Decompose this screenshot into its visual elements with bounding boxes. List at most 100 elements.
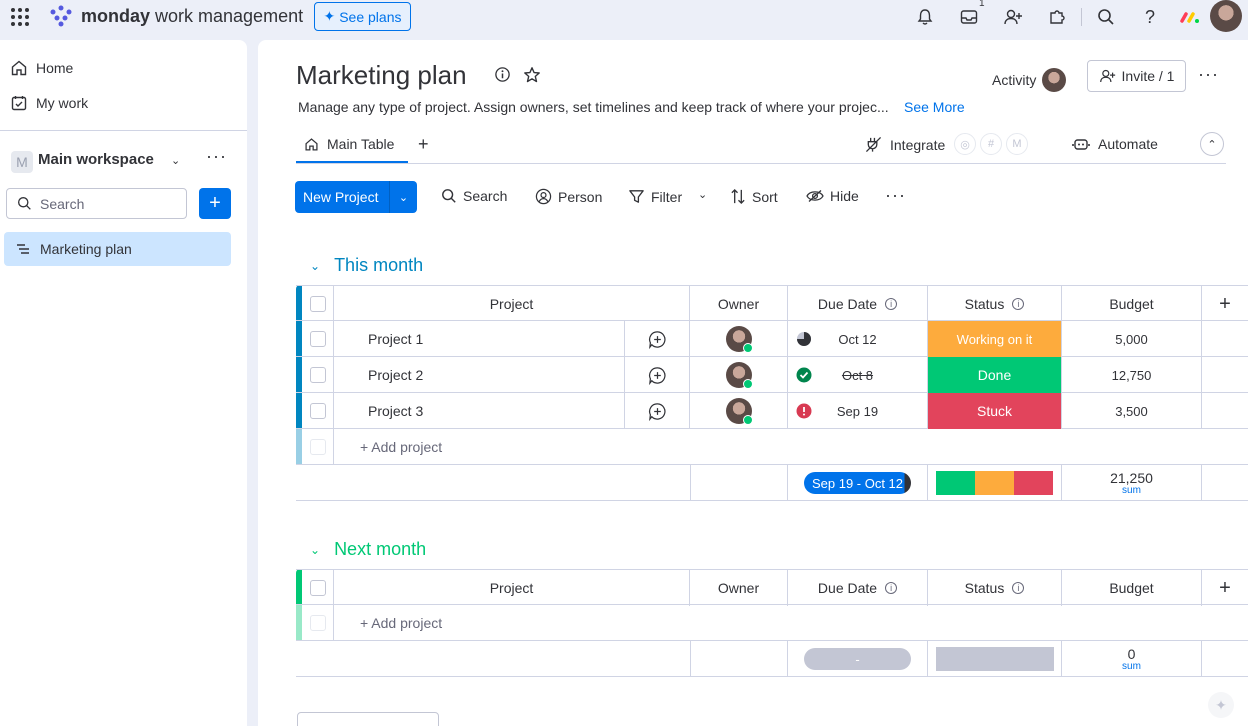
timeline-summary[interactable]: -: [788, 641, 928, 677]
apps-grid-icon[interactable]: [11, 8, 29, 26]
owner-avatar-cell[interactable]: [690, 321, 788, 357]
status-summary[interactable]: [928, 465, 1062, 501]
info-icon[interactable]: i: [885, 582, 898, 594]
page-title[interactable]: Marketing plan: [296, 60, 467, 91]
row-checkbox[interactable]: [309, 367, 326, 383]
new-project-button[interactable]: New Project ⌄: [295, 181, 417, 213]
updates-icon[interactable]: [625, 321, 690, 357]
status-summary[interactable]: [928, 641, 1062, 677]
add-item-row[interactable]: + Add project: [296, 605, 1248, 641]
activity-button[interactable]: Activity: [992, 68, 1067, 92]
owner-avatar-cell[interactable]: [690, 357, 788, 393]
add-item-button[interactable]: +: [199, 188, 231, 219]
search-button[interactable]: Search: [441, 188, 507, 204]
budget-cell[interactable]: 3,500: [1062, 393, 1202, 429]
notifications-bell-icon[interactable]: [914, 6, 936, 28]
integration-logos[interactable]: ◎ # M: [954, 133, 1028, 155]
column-header-budget[interactable]: Budget: [1062, 570, 1202, 606]
row-checkbox[interactable]: [309, 331, 326, 347]
column-header-owner[interactable]: Owner: [690, 570, 788, 606]
column-header-status[interactable]: Status i: [928, 286, 1062, 322]
sidebar-item-marketing-plan[interactable]: Marketing plan: [4, 232, 231, 266]
select-all-checkbox[interactable]: [309, 296, 326, 312]
invite-members-icon[interactable]: [1002, 6, 1024, 28]
updates-icon[interactable]: [625, 357, 690, 393]
column-header-owner[interactable]: Owner: [690, 286, 788, 322]
table-row[interactable]: Project 3 Sep 19 Stuck 3,500: [296, 393, 1248, 429]
budget-cell[interactable]: 12,750: [1062, 357, 1202, 393]
new-project-dropdown-icon[interactable]: ⌄: [389, 181, 417, 213]
add-project-input[interactable]: + Add project: [334, 429, 1248, 465]
column-header-project[interactable]: Project: [334, 570, 690, 606]
search-icon[interactable]: [1095, 6, 1117, 28]
see-plans-button[interactable]: ✦ See plans: [314, 2, 411, 31]
inbox-icon[interactable]: [958, 6, 980, 28]
board-more-options-icon[interactable]: ···: [1198, 64, 1219, 85]
user-avatar[interactable]: [1210, 0, 1242, 32]
budget-summary[interactable]: 21,250 sum: [1062, 465, 1202, 501]
automate-button[interactable]: Automate: [1072, 136, 1158, 152]
group-header-next-month[interactable]: ⌄ Next month: [310, 539, 426, 560]
add-item-row[interactable]: + Add project: [296, 429, 1248, 465]
column-header-due-date[interactable]: Due Date i: [788, 286, 928, 322]
info-icon[interactable]: i: [885, 298, 898, 310]
table-row[interactable]: Project 1 Oct 12 Working on it 5,000: [296, 321, 1248, 357]
item-name[interactable]: Project 3: [334, 393, 625, 429]
column-header-status[interactable]: Status i: [928, 570, 1062, 606]
person-filter-button[interactable]: Person: [535, 188, 602, 205]
item-name[interactable]: Project 2: [334, 357, 625, 393]
sidebar-item-home[interactable]: Home: [10, 59, 73, 77]
item-name[interactable]: Project 1: [334, 321, 625, 357]
favorite-star-icon[interactable]: [523, 66, 541, 84]
due-date-cell[interactable]: Sep 19: [788, 393, 928, 429]
group-header-this-month[interactable]: ⌄ This month: [310, 255, 423, 276]
add-column-button[interactable]: +: [1202, 286, 1248, 322]
tab-main-table[interactable]: Main Table: [304, 136, 394, 152]
chevron-down-icon[interactable]: ⌄: [310, 259, 320, 273]
workspace-name[interactable]: Main workspace: [38, 151, 154, 168]
column-header-project[interactable]: Project: [334, 286, 690, 322]
ai-assistant-icon[interactable]: ✦: [1208, 692, 1234, 718]
see-more-link[interactable]: See More: [904, 99, 965, 115]
filter-dropdown-icon[interactable]: ⌄: [698, 188, 707, 201]
add-column-button[interactable]: +: [1202, 570, 1248, 606]
toolbar-more-icon[interactable]: ···: [885, 185, 906, 206]
integrate-button[interactable]: Integrate: [865, 136, 945, 153]
column-header-due-date[interactable]: Due Date i: [788, 570, 928, 606]
status-cell[interactable]: Working on it: [928, 321, 1062, 357]
budget-summary[interactable]: 0 sum: [1062, 641, 1202, 677]
updates-icon[interactable]: [625, 393, 690, 429]
info-icon[interactable]: i: [1012, 582, 1025, 594]
info-icon[interactable]: i: [1012, 298, 1025, 310]
monday-apps-icon[interactable]: [1179, 6, 1201, 28]
hide-button[interactable]: Hide: [806, 188, 859, 204]
table-row[interactable]: Project 2 Oct 8 Done 12,750: [296, 357, 1248, 393]
invite-button[interactable]: Invite / 1: [1087, 60, 1186, 92]
select-all-checkbox-cell[interactable]: [302, 286, 334, 322]
add-project-input[interactable]: + Add project: [334, 605, 1248, 641]
select-all-checkbox[interactable]: [309, 580, 326, 596]
sort-button[interactable]: Sort: [730, 188, 778, 205]
chevron-down-icon[interactable]: ⌄: [171, 154, 180, 167]
status-cell[interactable]: Done: [928, 357, 1062, 393]
sidebar-search-input[interactable]: Search: [6, 188, 187, 219]
column-header-budget[interactable]: Budget: [1062, 286, 1202, 322]
integrations-puzzle-icon[interactable]: [1046, 6, 1068, 28]
filter-button[interactable]: Filter: [628, 188, 682, 205]
collapse-header-button[interactable]: ⌃: [1200, 132, 1224, 156]
owner-avatar-cell[interactable]: [690, 393, 788, 429]
timeline-summary[interactable]: Sep 19 - Oct 12: [788, 465, 928, 501]
due-date-cell[interactable]: Oct 12: [788, 321, 928, 357]
help-icon[interactable]: ?: [1139, 6, 1161, 28]
workspace-options-icon[interactable]: ···: [206, 146, 227, 167]
budget-cell[interactable]: 5,000: [1062, 321, 1202, 357]
sidebar-item-my-work[interactable]: My work: [10, 94, 88, 112]
status-cell[interactable]: Stuck: [928, 393, 1062, 429]
due-date-cell[interactable]: Oct 8: [788, 357, 928, 393]
info-icon[interactable]: [494, 66, 511, 83]
row-checkbox[interactable]: [309, 403, 326, 419]
add-group-button[interactable]: [297, 712, 439, 726]
chevron-down-icon[interactable]: ⌄: [310, 543, 320, 557]
add-view-button[interactable]: +: [418, 134, 429, 155]
left-sidebar: Home My work M Main workspace ⌄ ··· Sear…: [0, 40, 247, 726]
